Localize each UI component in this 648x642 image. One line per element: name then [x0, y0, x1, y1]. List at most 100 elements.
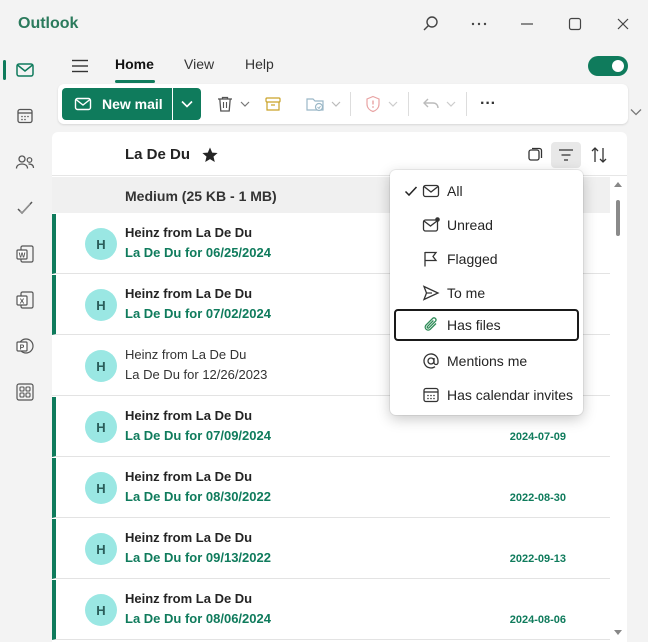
move-to-folder-button[interactable] — [300, 88, 346, 120]
ribbon-tabs: Home View Help — [52, 48, 648, 84]
people-icon — [15, 155, 35, 169]
reply-icon — [423, 98, 439, 109]
scroll-up-arrow[interactable] — [614, 182, 622, 187]
sort-button[interactable] — [584, 142, 614, 168]
close-button[interactable] — [603, 8, 643, 40]
sort-icon — [591, 147, 607, 163]
ellipsis-icon: ··· — [480, 95, 496, 112]
message-date: 2022-09-13 — [509, 553, 566, 565]
filter-item-flagged[interactable]: Flagged — [394, 243, 579, 275]
rail-todo[interactable] — [0, 186, 50, 230]
rail-active-indicator — [3, 60, 6, 80]
svg-text:P: P — [20, 345, 25, 352]
filter-item-has-files[interactable]: Has files — [394, 309, 579, 341]
report-button[interactable] — [358, 88, 404, 120]
calendar-icon — [423, 387, 439, 403]
filter-item-label: Unread — [447, 217, 493, 233]
filter-menu: All Unread Flagged To me Has files Menti… — [390, 170, 583, 415]
message-subject: La De Du for 08/06/2024 — [125, 611, 271, 626]
message-sender: Heinz from La De Du — [125, 347, 247, 362]
message-sender: Heinz from La De Du — [125, 530, 253, 545]
minimize-button[interactable] — [507, 8, 547, 40]
minimize-icon — [521, 23, 533, 25]
maximize-button[interactable] — [555, 8, 595, 40]
folder-move-icon — [306, 98, 324, 112]
filter-button[interactable] — [551, 142, 581, 168]
avatar: H — [85, 533, 117, 565]
excel-icon: X — [16, 291, 34, 309]
tab-help[interactable]: Help — [245, 56, 274, 72]
send-icon — [422, 285, 440, 301]
toggle-knob — [612, 60, 624, 72]
avatar: H — [85, 350, 117, 382]
message-subject: La De Du for 09/13/2022 — [125, 550, 271, 565]
message-subject: La De Du for 08/30/2022 — [125, 489, 271, 504]
maximize-icon — [568, 17, 582, 31]
mail-icon — [16, 63, 34, 77]
chevron-down-icon — [181, 100, 193, 108]
rail-more-apps[interactable] — [0, 370, 50, 414]
filter-item-all[interactable]: All — [394, 175, 579, 207]
message-sender: Heinz from La De Du — [125, 469, 253, 484]
new-outlook-toggle[interactable] — [588, 56, 628, 76]
avatar: H — [85, 289, 117, 321]
new-mail-dropdown[interactable] — [173, 88, 201, 120]
filter-item-calendar-invites[interactable]: Has calendar invites — [394, 379, 579, 411]
list-item[interactable]: H Heinz from La De Du La De Du for 09/13… — [52, 519, 610, 579]
hamburger-icon — [72, 59, 88, 73]
paperclip-icon — [424, 317, 437, 331]
shield-alert-icon — [366, 95, 380, 113]
group-label: Medium (25 KB - 1 MB) — [125, 188, 277, 204]
chevron-down-icon — [446, 101, 456, 107]
message-subject: La De Du for 06/25/2024 — [125, 245, 271, 260]
filter-item-label: Flagged — [447, 251, 498, 267]
archive-button[interactable] — [258, 88, 288, 120]
scrollbar[interactable] — [610, 178, 626, 642]
select-all-icon — [528, 147, 543, 161]
rail-powerpoint[interactable]: P — [0, 324, 50, 368]
svg-text:X: X — [20, 299, 25, 306]
message-date: 2024-08-06 — [509, 614, 566, 626]
chevron-down-icon — [240, 101, 250, 107]
filter-item-mentions-me[interactable]: Mentions me — [394, 345, 579, 377]
tab-home[interactable]: Home — [115, 56, 154, 72]
rail-mail[interactable] — [0, 48, 50, 92]
ellipsis-icon — [471, 22, 487, 26]
close-icon — [617, 18, 629, 30]
delete-button[interactable] — [210, 88, 256, 120]
toolbar-separator — [466, 92, 467, 116]
avatar: H — [85, 411, 117, 443]
trash-icon — [218, 96, 232, 112]
message-date: 2024-07-09 — [509, 431, 566, 443]
search-button[interactable] — [411, 8, 451, 40]
avatar: H — [85, 472, 117, 504]
powerpoint-icon: P — [16, 338, 34, 354]
scroll-down-arrow[interactable] — [614, 630, 622, 635]
title-bar: Outlook — [0, 0, 648, 48]
new-mail-button[interactable]: New mail — [62, 88, 172, 120]
list-item[interactable]: H Heinz from La De Du La De Du for 08/30… — [52, 458, 610, 518]
message-sender: Heinz from La De Du — [125, 225, 253, 240]
rail-excel[interactable]: X — [0, 278, 50, 322]
word-icon: W — [16, 245, 34, 263]
rail-word[interactable]: W — [0, 232, 50, 276]
tab-view[interactable]: View — [184, 56, 214, 72]
list-item[interactable]: H Heinz from La De Du La De Du for 08/06… — [52, 580, 610, 640]
select-button[interactable] — [520, 142, 550, 168]
rail-people[interactable] — [0, 140, 50, 184]
hamburger-button[interactable] — [60, 50, 100, 82]
filter-item-label: All — [447, 183, 463, 199]
filter-item-to-me[interactable]: To me — [394, 277, 579, 309]
star-icon[interactable] — [201, 146, 219, 164]
app-title: Outlook — [18, 15, 79, 32]
at-icon — [423, 353, 439, 369]
rail-calendar[interactable] — [0, 94, 50, 138]
filter-item-unread[interactable]: Unread — [394, 209, 579, 241]
more-actions-button[interactable]: ··· — [474, 88, 502, 120]
tab-active-underline — [115, 80, 155, 83]
reply-button[interactable] — [416, 88, 462, 120]
more-options-button[interactable] — [459, 8, 499, 40]
chevron-down-icon[interactable] — [630, 108, 642, 116]
calendar-icon — [17, 108, 33, 124]
scroll-thumb[interactable] — [616, 200, 620, 236]
